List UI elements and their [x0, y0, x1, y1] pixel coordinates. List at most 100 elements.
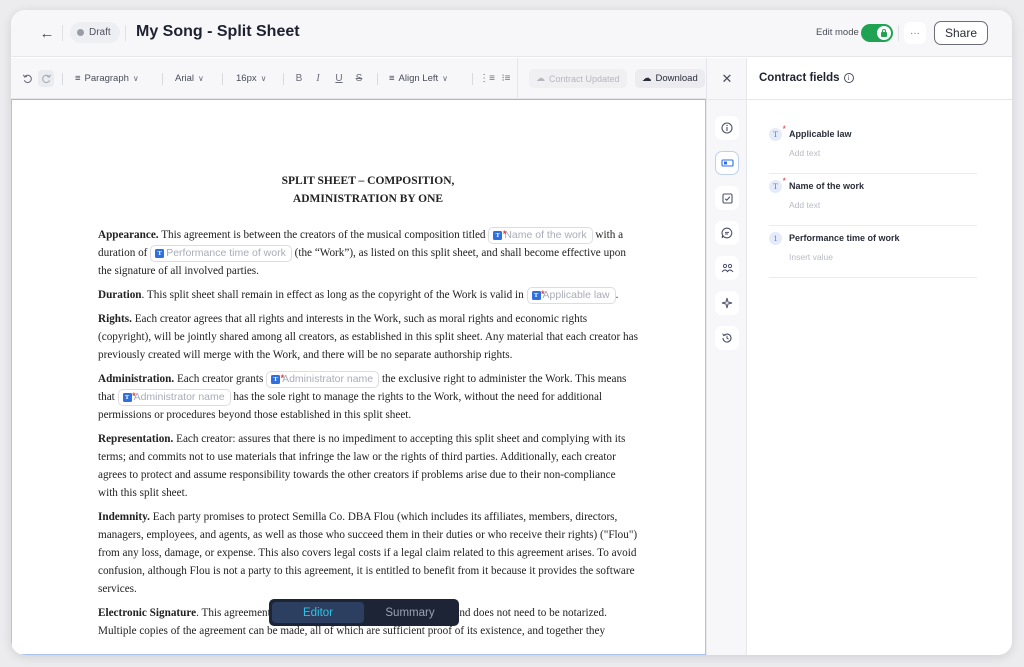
document-title: SPLIT SHEET – COMPOSITION, ADMINISTRATIO… — [98, 172, 638, 208]
contract-field-item: 1 Performance time of work Insert value — [769, 226, 977, 278]
chip-label: Performance time of work — [166, 246, 286, 259]
field-input-name-of-work[interactable]: Add text — [789, 200, 820, 210]
top-bar: ← Draft My Song - Split Sheet Edit mode … — [11, 10, 1012, 57]
status-badge: Draft — [70, 22, 120, 43]
comments-icon — [721, 227, 733, 239]
side-rail: ✕ — [706, 58, 747, 655]
rail-comments-button[interactable] — [715, 221, 739, 245]
rail-checklist-button[interactable] — [715, 186, 739, 210]
fields-icon — [720, 159, 734, 167]
clause-text: Each creator agrees that all rights and … — [98, 313, 638, 361]
text-field-icon: T — [531, 287, 545, 302]
font-size-value: 16px — [236, 73, 257, 84]
info-icon[interactable]: i — [843, 73, 854, 83]
document-body[interactable]: SPLIT SHEET – COMPOSITION, ADMINISTRATIO… — [98, 100, 638, 646]
panel-title: Contract fields i — [759, 72, 854, 84]
share-button[interactable]: Share — [934, 21, 988, 45]
align-dropdown[interactable]: ≡ Align Left ∨ — [389, 70, 448, 87]
chip-label: Name of the work — [504, 228, 587, 241]
lock-icon — [881, 28, 887, 37]
panel-header: Contract fields i — [747, 58, 1012, 100]
field-chip-administrator-name[interactable]: TAdministrator name — [266, 370, 380, 388]
clause-text: This agreement is between the creators o… — [158, 229, 489, 241]
more-options-button[interactable]: ··· — [904, 22, 926, 44]
font-size-dropdown[interactable]: 16px ∨ — [236, 70, 266, 87]
bold-button[interactable]: B — [291, 70, 307, 87]
divider — [222, 73, 223, 85]
text-field-icon: T — [493, 227, 506, 242]
close-panel-button[interactable]: ✕ — [718, 70, 736, 87]
field-label: Applicable law — [789, 129, 852, 139]
back-button[interactable]: ← — [38, 24, 56, 42]
contract-updated-status: ☁ Contract Updated — [529, 69, 627, 88]
strikethrough-button[interactable]: S — [351, 70, 367, 87]
tab-editor[interactable]: Editor — [272, 602, 364, 623]
participants-icon — [721, 263, 733, 272]
divider — [283, 73, 284, 85]
field-input-performance-time[interactable]: Insert value — [789, 252, 833, 262]
font-family-dropdown[interactable]: Arial ∨ — [175, 70, 204, 87]
clause-heading: Representation. — [98, 433, 174, 445]
field-chip-name-of-work[interactable]: TName of the work — [488, 226, 593, 244]
panel-title-text: Contract fields — [759, 72, 840, 84]
divider — [707, 99, 746, 100]
underline-icon: U — [335, 73, 343, 84]
history-icon — [722, 333, 732, 343]
title-line: SPLIT SHEET – COMPOSITION, — [281, 175, 455, 187]
align-left-icon: ≡ — [389, 73, 395, 84]
arrow-left-icon: ← — [39, 24, 55, 42]
field-chip-applicable-law[interactable]: TApplicable law — [526, 286, 616, 304]
clause-rights: Rights. Each creator agrees that all rig… — [98, 310, 638, 364]
divider — [125, 25, 126, 41]
edit-mode-toggle[interactable] — [861, 24, 893, 42]
text-field-icon: T — [122, 389, 136, 404]
ordered-list-button[interactable]: ⋮≡ — [479, 70, 495, 87]
align-value: Align Left — [398, 73, 439, 84]
clause-text: Each creator grants — [174, 373, 267, 385]
clause-text: . This split sheet shall remain in effec… — [141, 289, 527, 301]
divider — [62, 25, 63, 41]
bullet-list-button[interactable]: ⁝≡ — [498, 70, 514, 87]
undo-icon — [22, 74, 32, 84]
clause-heading: Appearance. — [98, 229, 159, 241]
editor-toolbar: ≡ Paragraph ∨ Arial ∨ 16px ∨ B I U S ≡ A… — [11, 58, 706, 99]
block-type-dropdown[interactable]: ≡ Paragraph ∨ — [75, 70, 139, 87]
clause-text: . — [615, 289, 619, 301]
field-input-applicable-law[interactable]: Add text — [789, 148, 820, 158]
clause-heading: Administration. — [98, 373, 175, 385]
clause-duration: Duration. This split sheet shall remain … — [98, 286, 638, 304]
clause-administration: Administration. Each creator grants TAdm… — [98, 370, 638, 424]
chip-label: Administrator name — [133, 390, 225, 403]
rail-history-button[interactable] — [715, 326, 739, 350]
clause-heading: Duration — [98, 289, 142, 301]
rail-ai-button[interactable] — [715, 291, 739, 315]
divider — [898, 25, 899, 41]
rail-info-button[interactable] — [715, 116, 739, 140]
ordered-list-icon: ⋮≡ — [479, 73, 495, 84]
rail-fields-button[interactable] — [715, 151, 739, 175]
clause-heading: Rights. — [98, 313, 132, 325]
clause-heading: Indemnity. — [98, 511, 150, 523]
text-field-icon: T — [769, 176, 786, 193]
field-chip-performance-time[interactable]: T Performance time of work — [150, 244, 292, 262]
text-field-icon: T — [769, 124, 786, 141]
document-editor[interactable]: SPLIT SHEET – COMPOSITION, ADMINISTRATIO… — [11, 99, 706, 655]
undo-button[interactable] — [19, 70, 35, 87]
cloud-download-icon: ☁ — [642, 73, 652, 84]
block-type-value: Paragraph — [84, 73, 129, 84]
italic-icon: I — [316, 73, 320, 84]
field-label: Name of the work — [789, 181, 865, 191]
title-line: ADMINISTRATION BY ONE — [292, 193, 444, 205]
divider — [377, 73, 378, 85]
download-button[interactable]: ☁ Download — [635, 69, 705, 88]
field-chip-administrator-name[interactable]: TAdministrator name — [117, 388, 231, 406]
redo-button[interactable] — [38, 70, 54, 87]
clause-indemnity: Indemnity. Each party promises to protec… — [98, 508, 638, 598]
chip-label: Applicable law — [542, 288, 610, 301]
italic-button[interactable]: I — [310, 70, 326, 87]
number-field-icon: 1 — [769, 232, 782, 245]
underline-button[interactable]: U — [331, 70, 347, 87]
rail-participants-button[interactable] — [715, 256, 739, 280]
contract-updated-label: Contract Updated — [549, 73, 620, 84]
tab-summary[interactable]: Summary — [364, 602, 456, 623]
